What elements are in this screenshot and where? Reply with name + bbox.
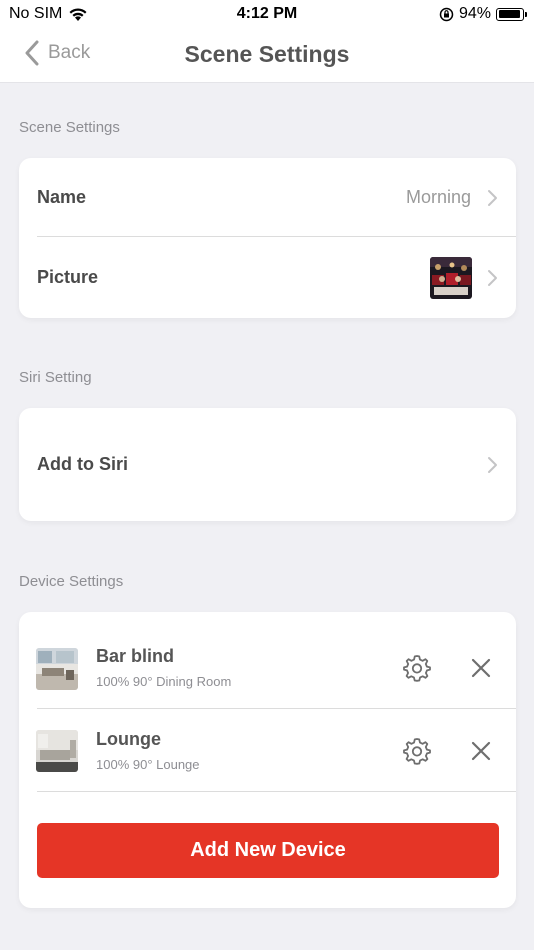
add-to-siri-label: Add to Siri [37, 454, 128, 474]
name-label: Name [37, 187, 87, 207]
scene-settings-card: Name Morning Picture [19, 158, 516, 318]
add-to-siri-row[interactable]: Add to Siri [19, 408, 516, 521]
device-details: 100% 90° Lounge [96, 757, 200, 772]
picture-label: Picture [37, 267, 99, 287]
device-name: Lounge [96, 729, 161, 749]
bar-blind-image [36, 648, 78, 690]
device-row[interactable]: Lounge 100% 90° Lounge [19, 709, 516, 791]
scene-settings-section-label: Scene Settings [19, 119, 120, 136]
status-right: 94% [439, 5, 527, 23]
name-value: Morning [405, 187, 471, 207]
device-thumbnail [36, 648, 78, 690]
page-title: Scene Settings [184, 41, 350, 67]
scene-picture-image [430, 256, 472, 299]
device-settings-card: Bar blind 100% 90° Dining Room Lounge 10… [19, 612, 516, 908]
siri-setting-section-label: Siri Setting [19, 369, 92, 386]
add-new-device-button[interactable]: Add New Device [37, 823, 499, 878]
device-thumbnail [36, 730, 78, 772]
chevron-right-icon [488, 189, 497, 206]
picture-row[interactable]: Picture [19, 237, 516, 318]
gear-icon[interactable] [402, 736, 432, 766]
chevron-right-icon [488, 456, 497, 473]
battery-percent: 94% [458, 5, 491, 22]
close-icon[interactable] [466, 653, 496, 683]
device-details: 100% 90° Dining Room [96, 674, 232, 689]
device-row[interactable]: Bar blind 100% 90° Dining Room [19, 612, 516, 708]
device-settings-section-label: Device Settings [19, 573, 124, 590]
battery-fill [498, 10, 521, 18]
siri-setting-card: Add to Siri [19, 408, 516, 521]
device-name: Bar blind [96, 646, 175, 666]
chevron-right-icon [488, 269, 497, 286]
navigation-bar: Back Scene Settings [0, 28, 534, 83]
close-icon[interactable] [466, 736, 496, 766]
scene-picture-thumbnail [430, 256, 472, 299]
status-bar: No SIM 4:12 PM 94% [0, 0, 534, 28]
divider [37, 791, 516, 792]
lounge-image [36, 730, 78, 772]
battery-icon [496, 7, 527, 21]
orientation-lock-icon [439, 7, 454, 21]
gear-icon[interactable] [402, 653, 432, 683]
name-row[interactable]: Name Morning [19, 158, 516, 237]
